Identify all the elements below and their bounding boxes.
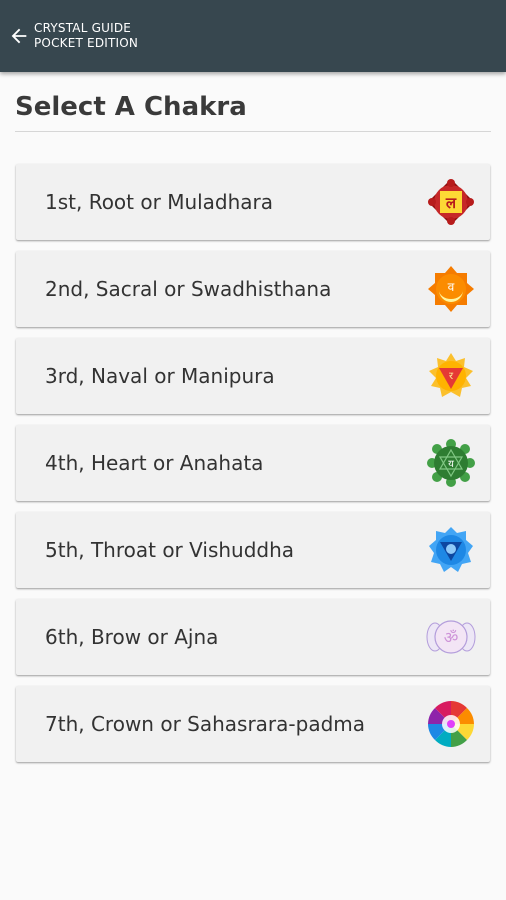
chakra-list: 1st, Root or Muladhara ल 2nd, Sacral or … [16,164,490,773]
svg-text:ल: ल [445,194,457,212]
throat-chakra-icon [429,527,473,572]
page-title: Select A Chakra [15,92,247,122]
sacral-chakra-icon: व [428,266,474,312]
chakra-label: 1st, Root or Muladhara [45,190,274,214]
chakra-item-throat[interactable]: 5th, Throat or Vishuddha [16,512,490,588]
app-title-line1: CRYSTAL GUIDE [34,21,132,35]
svg-text:य: य [448,459,454,470]
chakra-label: 6th, Brow or Ajna [45,625,219,649]
chakra-label: 7th, Crown or Sahasrara-padma [45,712,366,736]
brow-chakra-icon: ॐ [426,620,476,654]
chakra-label: 2nd, Sacral or Swadhisthana [45,277,332,301]
app-title: CRYSTAL GUIDE POCKET EDITION [34,21,138,51]
chakra-item-crown[interactable]: 7th, Crown or Sahasrara-padma [16,686,490,762]
svg-text:ॐ: ॐ [444,628,459,647]
chakra-item-heart[interactable]: 4th, Heart or Anahata य [16,425,490,501]
chakra-item-sacral[interactable]: 2nd, Sacral or Swadhisthana व [16,251,490,327]
crown-chakra-icon [428,701,474,747]
app-bar: CRYSTAL GUIDE POCKET EDITION [0,0,506,72]
chakra-label: 5th, Throat or Vishuddha [45,538,295,562]
chakra-item-root[interactable]: 1st, Root or Muladhara ल [16,164,490,240]
title-divider [15,131,491,132]
chakra-label: 4th, Heart or Anahata [45,451,264,475]
solar-plexus-chakra-icon: र [429,353,473,397]
arrow-left-icon [11,28,27,44]
chakra-label: 3rd, Naval or Manipura [45,364,275,388]
svg-text:व: व [448,280,455,294]
chakra-item-brow[interactable]: 6th, Brow or Ajna ॐ [16,599,490,675]
app-title-line2: POCKET EDITION [34,36,139,50]
root-chakra-icon: ल [428,179,474,225]
back-button[interactable] [4,21,34,51]
chakra-item-naval[interactable]: 3rd, Naval or Manipura र [16,338,490,414]
heart-chakra-icon: य [427,439,475,487]
